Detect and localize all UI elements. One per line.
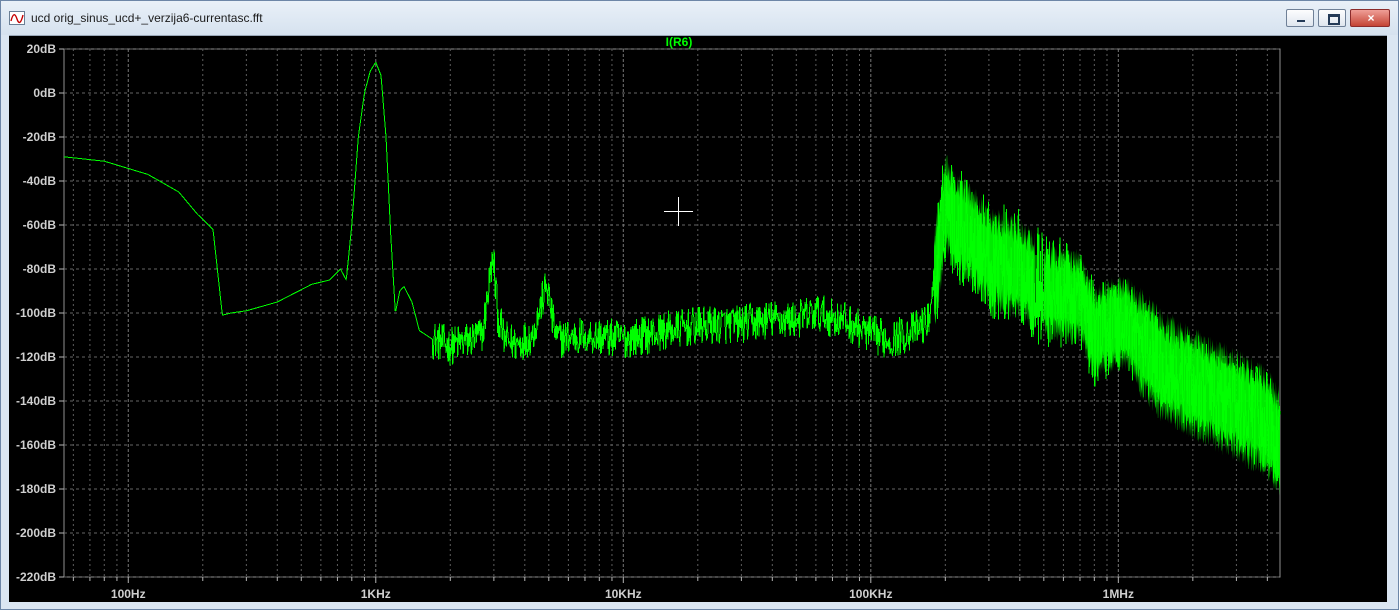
maximize-button[interactable] <box>1318 9 1346 27</box>
x-tick-label: 1KHz <box>360 587 391 601</box>
y-tick-label: 20dB <box>26 42 56 56</box>
x-tick-label: 1MHz <box>1102 587 1134 601</box>
dense-spectrum-band <box>1043 244 1138 384</box>
y-tick-label: -220dB <box>15 570 56 584</box>
x-tick-label: 10KHz <box>604 587 642 601</box>
title-bar[interactable]: ucd orig_sinus_ucd+_verzija6-currentasc.… <box>1 1 1398 35</box>
y-tick-label: -200dB <box>15 526 56 540</box>
plot-window: ucd orig_sinus_ucd+_verzija6-currentasc.… <box>0 0 1399 610</box>
y-tick-label: -140dB <box>15 394 56 408</box>
x-tick-label: 100Hz <box>110 587 146 601</box>
minimize-button[interactable] <box>1286 9 1314 27</box>
y-tick-label: -100dB <box>15 306 56 320</box>
waveform-app-icon <box>9 11 25 25</box>
y-tick-label: -20dB <box>22 130 56 144</box>
window-controls: × <box>1282 9 1390 27</box>
minimize-icon <box>1297 20 1305 22</box>
plot-area[interactable]: I(R6) 20dB 0dB -20dB -40dB -60dB -80dB -100dB -… <box>9 35 1387 602</box>
maximize-icon <box>1328 14 1340 25</box>
x-tick-label: 100KHz <box>849 587 893 601</box>
y-tick-label: -120dB <box>15 350 56 364</box>
y-tick-label: -60dB <box>22 218 56 232</box>
dense-spectrum-band <box>1137 287 1280 496</box>
window-title: ucd orig_sinus_ucd+_verzija6-currentasc.… <box>31 11 263 25</box>
y-tick-label: -80dB <box>22 262 56 276</box>
y-tick-label: 0dB <box>33 86 56 100</box>
y-tick-label: -40dB <box>22 174 56 188</box>
y-tick-label: -160dB <box>15 438 56 452</box>
crosshair-cursor-icon <box>664 197 693 226</box>
close-button[interactable]: × <box>1350 9 1390 27</box>
fft-plot[interactable] <box>9 36 1387 603</box>
trace-label[interactable]: I(R6) <box>579 35 779 49</box>
y-tick-label: -180dB <box>15 482 56 496</box>
close-icon: × <box>1367 11 1375 25</box>
